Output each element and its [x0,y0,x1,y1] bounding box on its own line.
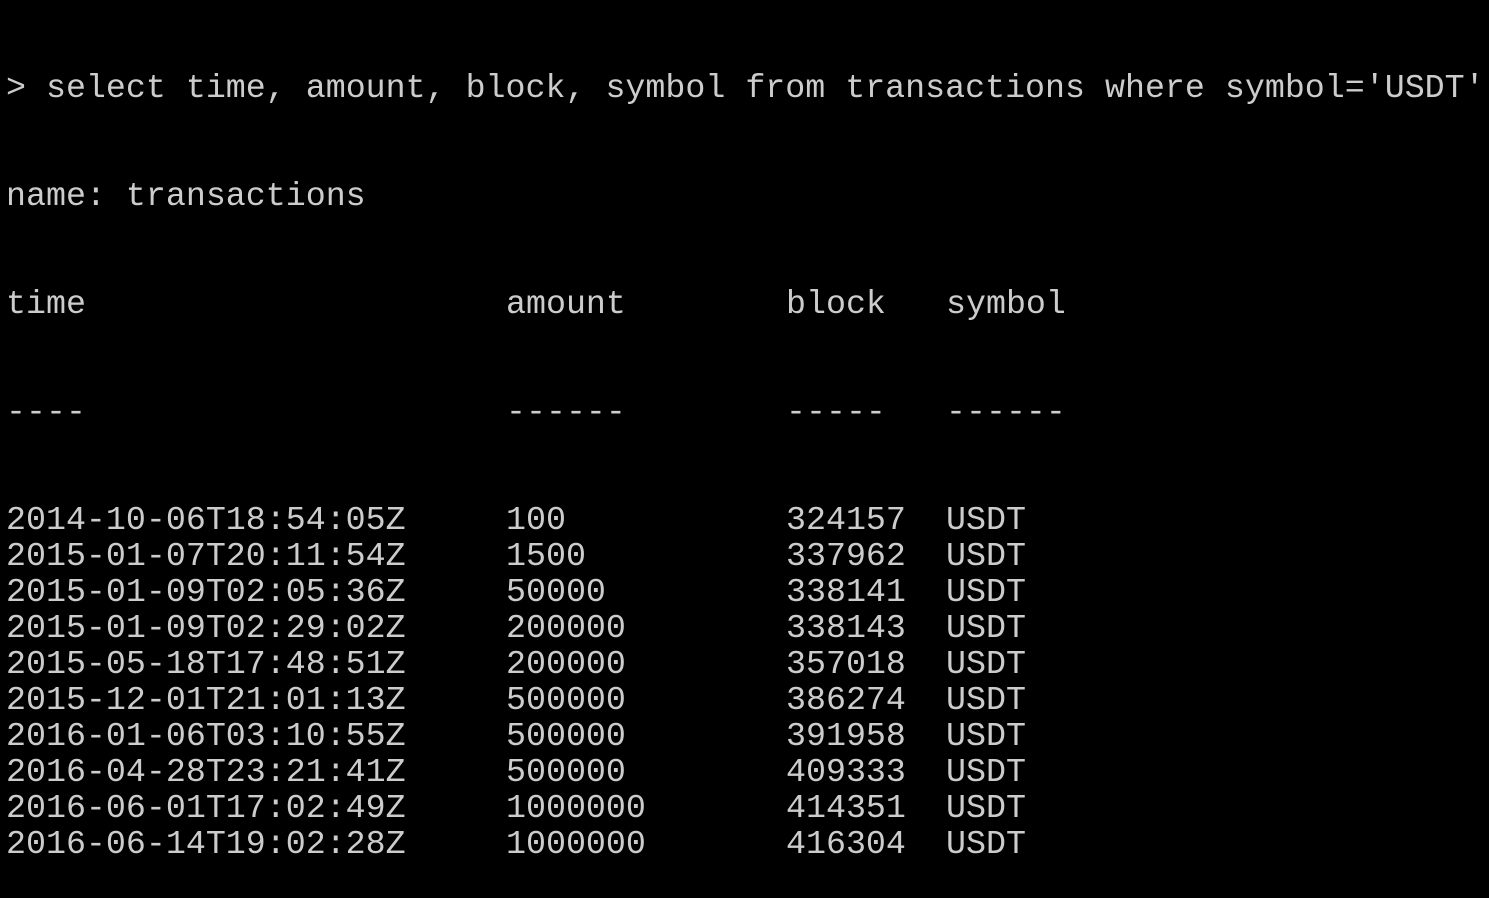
column-header-block: block [786,285,886,323]
cell-time: 2015-01-09T02:29:02Z [6,609,406,647]
cell-block: 357018 [786,645,906,683]
cell-amount: 100 [506,501,566,539]
command-line[interactable]: > select time, amount, block, symbol fro… [6,70,1485,106]
terminal-window[interactable]: > select time, amount, block, symbol fro… [6,0,1485,898]
separator-time: ---- [6,393,86,431]
separator-amount: ------ [506,393,626,431]
cell-block: 337962 [786,537,906,575]
cell-time: 2015-12-01T21:01:13Z [6,681,406,719]
table-row: 2015-01-09T02:29:02Z 200000 338143 USDT [6,610,1485,646]
table-row: 2016-01-06T03:10:55Z 500000 391958 USDT [6,718,1485,754]
cell-symbol: USDT [946,825,1026,863]
cell-block: 416304 [786,825,906,863]
cell-time: 2016-04-28T23:21:41Z [6,753,406,791]
cell-symbol: USDT [946,717,1026,755]
cell-amount: 1500 [506,537,586,575]
cell-amount: 1000000 [506,825,646,863]
table-row: 2014-10-06T18:54:05Z 100 324157 USDT [6,502,1485,538]
command-text: select time, amount, block, symbol from … [45,69,1485,107]
result-name-line: name: transactions [6,177,366,215]
cell-time: 2014-10-06T18:54:05Z [6,501,406,539]
table-row: 2015-01-09T02:05:36Z 50000 338141 USDT [6,574,1485,610]
column-header-symbol: symbol [946,285,1066,323]
column-header-time: time [6,285,86,323]
column-header-row: time amount block symbol [6,286,1485,322]
cell-symbol: USDT [946,537,1026,575]
cell-block: 338143 [786,609,906,647]
cell-symbol: USDT [946,645,1026,683]
cell-symbol: USDT [946,501,1026,539]
table-row: 2015-05-18T17:48:51Z 200000 357018 USDT [6,646,1485,682]
cell-amount: 200000 [506,645,626,683]
cell-time: 2015-01-07T20:11:54Z [6,537,406,575]
result-rows: 2014-10-06T18:54:05Z 100 324157 USDT 2015-01… [6,502,1485,862]
cell-block: 338141 [786,573,906,611]
cell-amount: 1000000 [506,789,646,827]
cell-symbol: USDT [946,753,1026,791]
table-row: 2016-04-28T23:21:41Z 500000 409333 USDT [6,754,1485,790]
cell-amount: 50000 [506,573,606,611]
separator-block: ----- [786,393,886,431]
cell-amount: 500000 [506,717,626,755]
prompt-symbol: > [6,69,26,107]
cell-block: 409333 [786,753,906,791]
cell-symbol: USDT [946,681,1026,719]
table-row: 2016-06-01T17:02:49Z 1000000 414351 USDT [6,790,1485,826]
column-header-amount: amount [506,285,626,323]
cell-time: 2016-01-06T03:10:55Z [6,717,406,755]
cell-symbol: USDT [946,573,1026,611]
cell-time: 2016-06-14T19:02:28Z [6,825,406,863]
cell-symbol: USDT [946,609,1026,647]
table-row: 2015-01-07T20:11:54Z 1500 337962 USDT [6,538,1485,574]
separator-symbol: ------ [946,393,1066,431]
table-row: 2015-12-01T21:01:13Z 500000 386274 USDT [6,682,1485,718]
cell-symbol: USDT [946,789,1026,827]
cell-block: 324157 [786,501,906,539]
separator-row: ---- ------ ----- ------ [6,394,1485,430]
table-row: 2016-06-14T19:02:28Z 1000000 416304 USDT [6,826,1485,862]
cell-time: 2015-01-09T02:05:36Z [6,573,406,611]
cell-block: 391958 [786,717,906,755]
cell-time: 2015-05-18T17:48:51Z [6,645,406,683]
cell-block: 386274 [786,681,906,719]
cell-time: 2016-06-01T17:02:49Z [6,789,406,827]
cell-amount: 500000 [506,681,626,719]
cell-block: 414351 [786,789,906,827]
cell-amount: 200000 [506,609,626,647]
cell-amount: 500000 [506,753,626,791]
